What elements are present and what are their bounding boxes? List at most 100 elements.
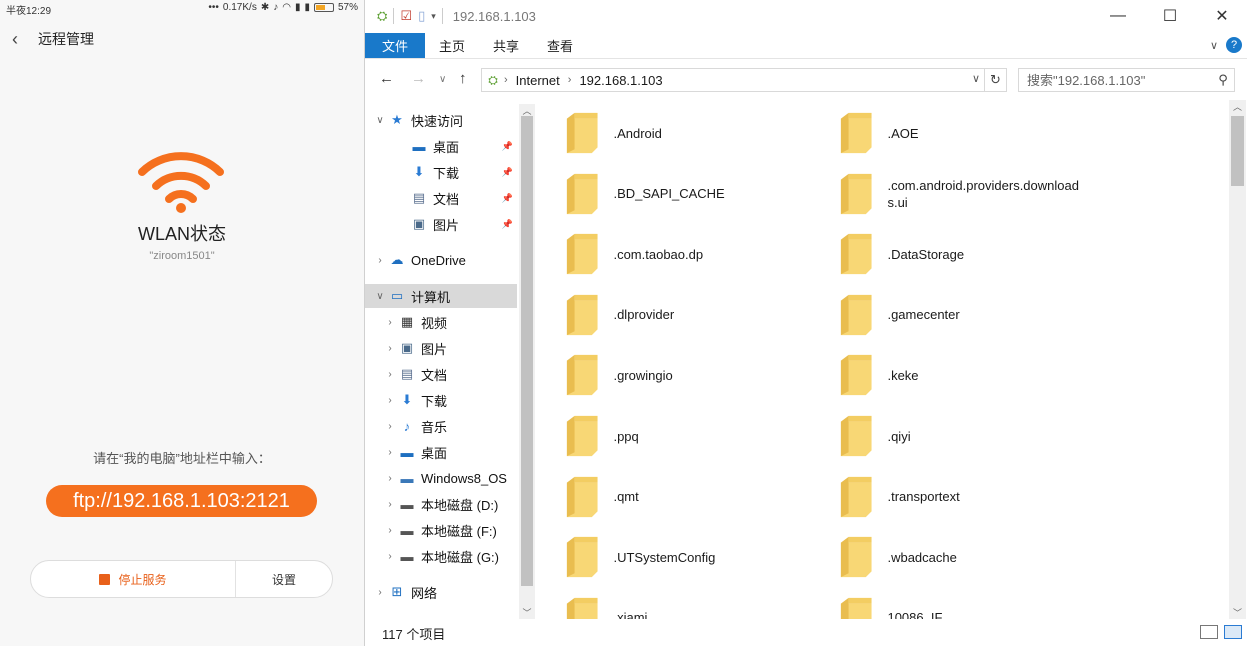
battery-icon — [313, 3, 334, 12]
nav-item-label: 图片 — [421, 341, 448, 357]
folder-item[interactable]: .com.taobao.dp — [545, 227, 805, 281]
folder-item[interactable]: .ppq — [545, 409, 805, 463]
pin-icon[interactable]: 📌 — [502, 141, 513, 152]
expand-arrow-icon[interactable]: › — [373, 255, 387, 266]
tab-file[interactable]: 文件 — [365, 33, 425, 58]
expand-arrow-icon[interactable]: › — [383, 447, 397, 458]
nav-item[interactable]: › ▬ 本地磁盘 (F:) — [365, 518, 517, 542]
expand-arrow-icon[interactable]: › — [383, 473, 397, 484]
content-scroll-up-arrow[interactable]: ︿ — [1229, 100, 1246, 113]
customize-toolbar-icon[interactable]: ▾ — [431, 11, 436, 22]
folder-item[interactable]: .growingio — [545, 348, 805, 402]
nav-item[interactable]: › ▬ 本地磁盘 (D:) — [365, 492, 517, 516]
maximize-button[interactable]: ☐ — [1144, 0, 1196, 32]
folder-item[interactable]: .gamecenter — [819, 288, 1079, 342]
expand-arrow-icon[interactable]: › — [383, 551, 397, 562]
minimize-button[interactable]: — — [1092, 0, 1144, 32]
forward-button[interactable]: → — [411, 70, 426, 87]
folder-item[interactable]: .xiami — [545, 591, 805, 619]
navigation-scroll-thumb[interactable] — [521, 116, 533, 586]
folder-item[interactable]: .UTSystemConfig — [545, 530, 805, 584]
folder-item[interactable]: .com.android.providers.downloads.ui — [819, 167, 1079, 221]
status-bar-explorer: 117 个项目 — [365, 620, 1247, 646]
expand-arrow-icon[interactable]: › — [383, 525, 397, 536]
address-bar[interactable]: ⛭ › Internet › 192.168.1.103 ∨ ↻ — [481, 68, 1007, 92]
close-button[interactable]: ✕ — [1196, 0, 1247, 32]
search-icon[interactable]: ⚲ — [1212, 72, 1234, 88]
tab-home[interactable]: 主页 — [425, 33, 479, 58]
nav-item[interactable]: › ▤ 文档 — [365, 362, 517, 386]
wlan-status-title: WLAN状态 — [137, 224, 226, 244]
scroll-down-arrow[interactable]: ﹀ — [519, 606, 535, 619]
content-scrollbar[interactable]: ︿ ﹀ — [1229, 100, 1246, 619]
network-location-icon[interactable]: ⛭ — [377, 8, 387, 24]
nav-item[interactable]: ▣ 图片 📌 — [365, 212, 517, 236]
nav-item[interactable]: ▤ 文档 📌 — [365, 186, 517, 210]
properties-icon[interactable]: ☑ — [400, 8, 412, 24]
wifi-status-icon: ◠ — [282, 2, 291, 13]
folder-item[interactable]: .keke — [819, 348, 1079, 402]
nav-item[interactable]: ›✦家庭组 — [365, 616, 517, 619]
nav-item[interactable]: › ▬ Windows8_OS — [365, 466, 517, 490]
folder-item[interactable]: .AOE — [819, 106, 1079, 160]
stop-service-button[interactable]: 停止服务 — [31, 561, 236, 597]
nav-item[interactable]: ▬ 桌面 📌 — [365, 134, 517, 158]
nav-item[interactable]: ⬇ 下载 📌 — [365, 160, 517, 184]
tab-share[interactable]: 共享 — [479, 33, 533, 58]
stop-service-label: 停止服务 — [118, 572, 167, 587]
folder-item[interactable]: 10086_IF — [819, 591, 1079, 619]
tab-view[interactable]: 查看 — [533, 33, 587, 58]
nav-item[interactable]: › ▦ 视频 — [365, 310, 517, 334]
breadcrumb-internet[interactable]: Internet — [508, 73, 568, 88]
network-icon: ⊞ — [391, 584, 403, 599]
up-button[interactable]: ↑ — [459, 70, 467, 87]
collapse-arrow-icon[interactable]: ∨ — [373, 115, 387, 126]
pin-icon[interactable]: 📌 — [502, 167, 513, 178]
nav-item[interactable]: › ⬇ 下载 — [365, 388, 517, 412]
expand-arrow-icon[interactable]: › — [383, 317, 397, 328]
help-icon[interactable]: ? — [1226, 37, 1242, 53]
nav-item[interactable]: ∨ ▭ 计算机 — [365, 284, 517, 308]
nav-item[interactable]: › ▬ 桌面 — [365, 440, 517, 464]
folder-item[interactable]: .Android — [545, 106, 805, 160]
nav-item[interactable]: › ♪ 音乐 — [365, 414, 517, 438]
search-input[interactable] — [1019, 70, 1212, 90]
back-button[interactable]: ← — [379, 70, 394, 87]
nav-item[interactable]: › ⊞ 网络 — [365, 580, 517, 604]
folder-item[interactable]: .qiyi — [819, 409, 1079, 463]
recent-locations-button[interactable]: ∨ — [439, 74, 446, 85]
nav-item[interactable]: › ▣ 图片 — [365, 336, 517, 360]
large-icons-view-icon[interactable] — [1224, 625, 1242, 639]
new-folder-icon[interactable]: ▯ — [418, 8, 425, 24]
nav-item[interactable]: › ☁ OneDrive — [365, 248, 517, 272]
content-scroll-down-arrow[interactable]: ﹀ — [1229, 606, 1246, 619]
expand-arrow-icon[interactable]: › — [383, 343, 397, 354]
collapse-arrow-icon[interactable]: ∨ — [373, 291, 387, 302]
expand-arrow-icon[interactable]: › — [383, 395, 397, 406]
nav-item-label: Windows8_OS — [421, 470, 507, 486]
expand-arrow-icon[interactable]: › — [373, 587, 387, 598]
expand-arrow-icon[interactable]: › — [383, 421, 397, 432]
folder-item[interactable]: .wbadcache — [819, 530, 1079, 584]
folder-item[interactable]: .BD_SAPI_CACHE — [545, 167, 805, 221]
settings-button[interactable]: 设置 — [236, 561, 332, 597]
nav-item[interactable]: › ▬ 本地磁盘 (G:) — [365, 544, 517, 568]
address-dropdown-icon[interactable]: ∨ — [972, 72, 980, 85]
pin-icon[interactable]: 📌 — [502, 193, 513, 204]
expand-arrow-icon[interactable]: › — [383, 369, 397, 380]
navigation-scrollbar[interactable]: ︿ ﹀ — [519, 104, 535, 619]
expand-ribbon-icon[interactable]: ∨ — [1210, 39, 1218, 52]
back-arrow-icon[interactable]: ‹ — [0, 29, 30, 50]
nav-item[interactable]: ∨ ★ 快速访问 — [365, 108, 517, 132]
refresh-icon[interactable]: ↻ — [984, 69, 1006, 91]
pin-icon[interactable]: 📌 — [502, 219, 513, 230]
folder-item[interactable]: .transportext — [819, 470, 1079, 524]
folder-item[interactable]: .DataStorage — [819, 227, 1079, 281]
folder-item[interactable]: .dlprovider — [545, 288, 805, 342]
folder-icon — [566, 234, 598, 275]
folder-item[interactable]: .qmt — [545, 470, 805, 524]
expand-arrow-icon[interactable]: › — [383, 499, 397, 510]
details-view-icon[interactable] — [1200, 625, 1218, 639]
content-scroll-thumb[interactable] — [1231, 116, 1244, 186]
breadcrumb-ip[interactable]: 192.168.1.103 — [571, 73, 670, 88]
